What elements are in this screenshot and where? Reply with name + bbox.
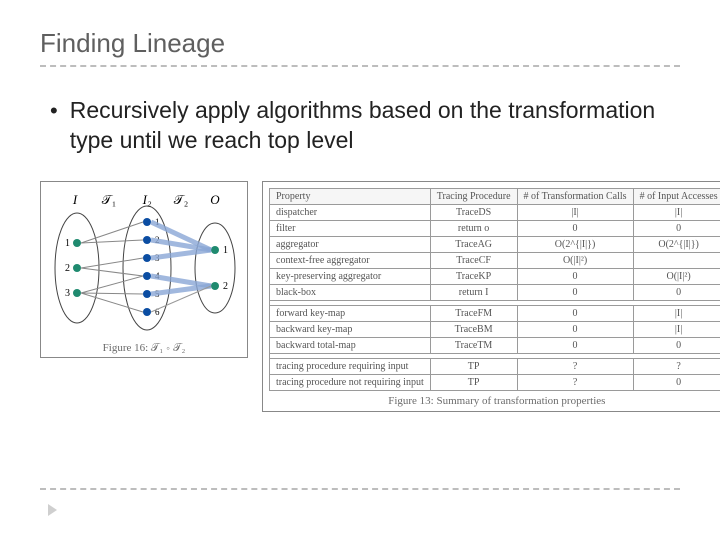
svg-text:1: 1	[65, 238, 70, 249]
label-I2: I₂	[142, 192, 152, 207]
label-I: I	[72, 192, 78, 207]
right-nodes: 1 2	[211, 245, 228, 292]
table-row: backward key-mapTraceBM0|I|	[270, 322, 720, 338]
th-property: Property	[270, 189, 431, 205]
divider-top	[40, 65, 680, 67]
table-row: filterreturn o00	[270, 221, 720, 237]
table-row: tracing procedure not requiring inputTP?…	[270, 375, 720, 391]
bullet-marker: •	[50, 97, 58, 125]
table-header-row: Property Tracing Procedure # of Transfor…	[270, 189, 720, 205]
table-row: dispatcherTraceDS|I||I|	[270, 205, 720, 221]
svg-text:3: 3	[65, 288, 70, 299]
divider-bottom	[40, 488, 680, 490]
properties-table: Property Tracing Procedure # of Transfor…	[269, 188, 720, 391]
left-nodes: 1 2 3	[65, 238, 81, 299]
table-caption: Figure 13: Summary of transformation pro…	[269, 395, 720, 407]
label-O: O	[210, 192, 220, 207]
edges-t1	[81, 222, 143, 312]
th-proc: Tracing Procedure	[430, 189, 517, 205]
svg-text:2: 2	[223, 281, 228, 292]
th-access: # of Input Accesses	[633, 189, 720, 205]
table-row: key-preserving aggregatorTraceKP0O(|I|²)	[270, 269, 720, 285]
figure-caption: Figure 16: 𝒯₁ ∘ 𝒯₂	[47, 342, 241, 355]
table-box: Property Tracing Procedure # of Transfor…	[262, 181, 720, 412]
svg-text:2: 2	[65, 263, 70, 274]
table-row: tracing procedure requiring inputTP??	[270, 359, 720, 375]
th-calls: # of Transformation Calls	[517, 189, 633, 205]
edges-t2	[151, 222, 211, 312]
footer-arrow-icon	[48, 504, 57, 516]
table-row: backward total-mapTraceTM00	[270, 338, 720, 354]
mid-nodes: 1 2 3 4 5 6	[143, 217, 160, 317]
bullet: • Recursively apply algorithms based on …	[50, 95, 680, 155]
label-T1: 𝒯₁	[102, 192, 117, 207]
table-row: forward key-mapTraceFM0|I|	[270, 306, 720, 322]
svg-text:1: 1	[223, 245, 228, 256]
table-row: black-boxreturn I00	[270, 285, 720, 301]
content-row: I 𝒯₁ I₂ 𝒯₂ O 1 2 3 1	[40, 181, 680, 412]
table-row: aggregatorTraceAGO(2^{|I|})O(2^{|I|})	[270, 237, 720, 253]
table-row: context-free aggregatorTraceCFO(|I|²)	[270, 253, 720, 269]
slide-title: Finding Lineage	[40, 28, 680, 59]
bullet-text: Recursively apply algorithms based on th…	[70, 95, 680, 155]
figure-box: I 𝒯₁ I₂ 𝒯₂ O 1 2 3 1	[40, 181, 248, 358]
composition-diagram: I 𝒯₁ I₂ 𝒯₂ O 1 2 3 1	[47, 188, 241, 338]
slide: Finding Lineage • Recursively apply algo…	[0, 0, 720, 540]
label-T2: 𝒯₂	[174, 192, 189, 207]
